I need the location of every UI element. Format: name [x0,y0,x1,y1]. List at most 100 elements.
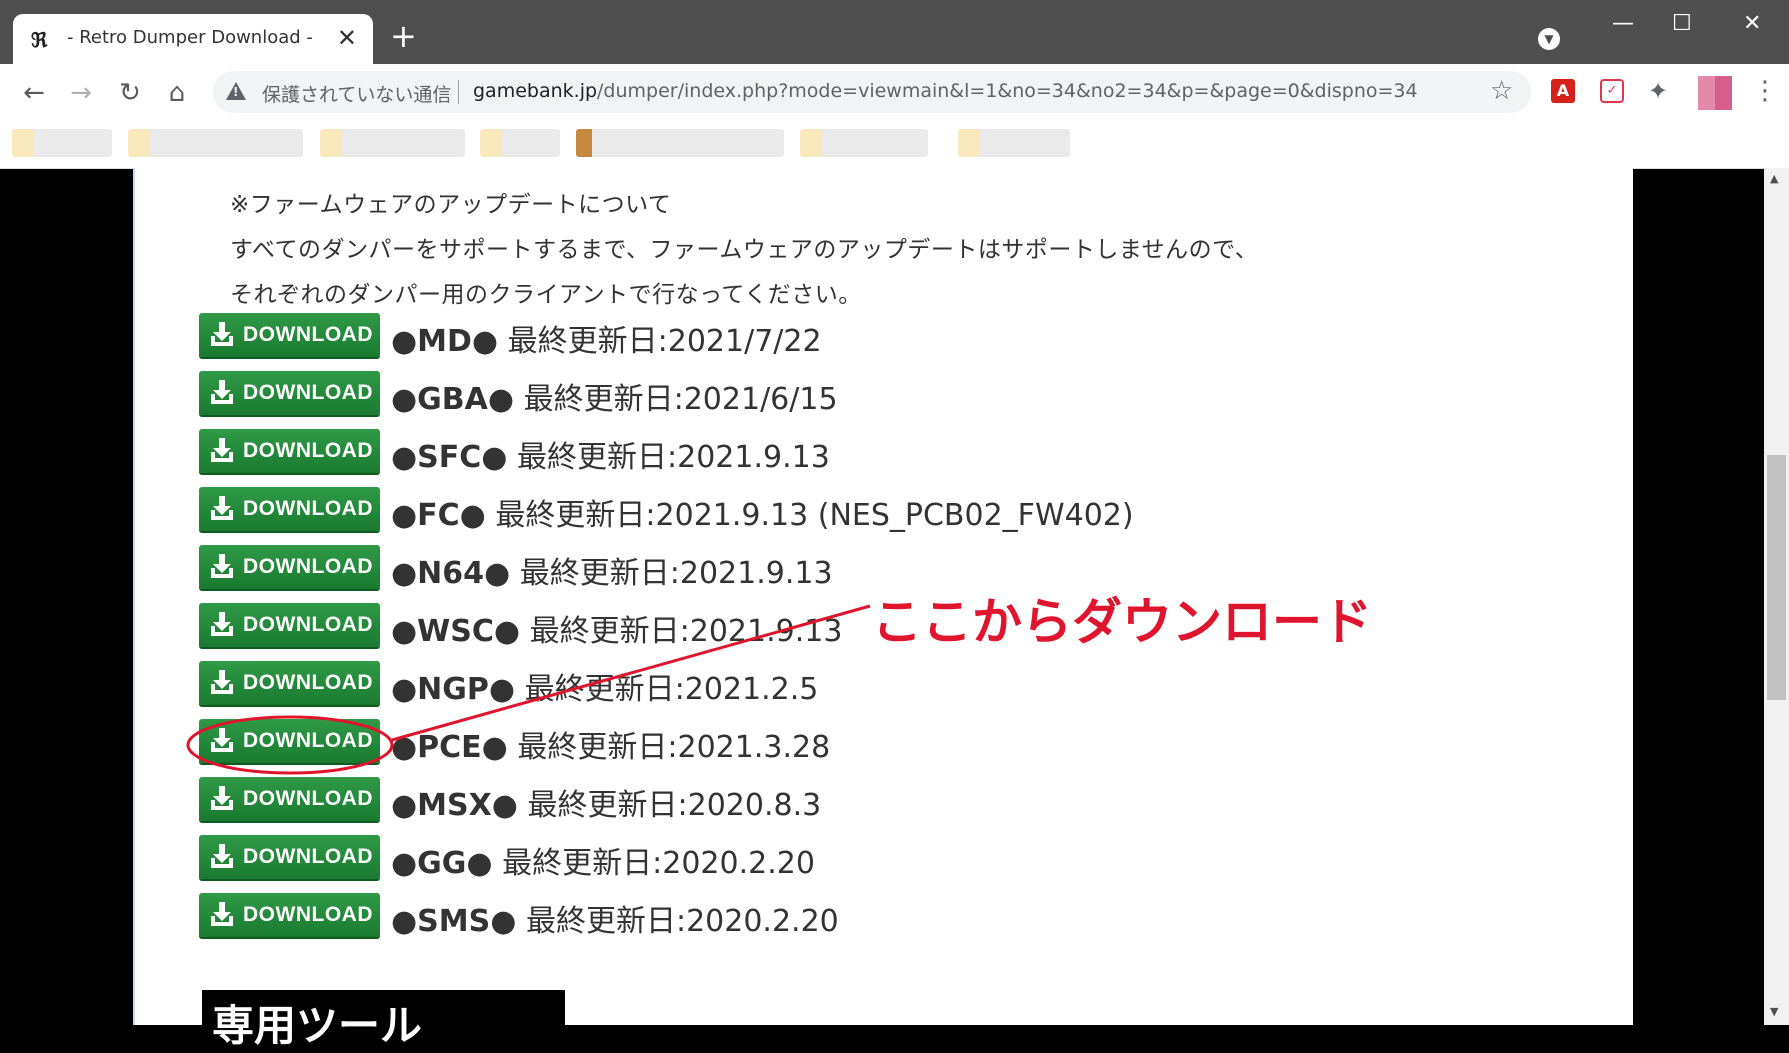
download-button-label: DOWNLOAD [243,729,373,752]
download-arrow-icon [211,612,233,636]
favicon-icon: ℜ [31,28,48,52]
url-path: /dumper/index.php?mode=viewmain&l=1&no=3… [597,80,1418,102]
download-button[interactable]: DOWNLOAD [199,371,380,415]
download-button[interactable]: DOWNLOAD [199,545,380,589]
download-arrow-icon [211,670,233,694]
reload-button[interactable]: ↻ [113,76,147,110]
download-row-text: ●NGP● 最終更新日:2021.2.5 [391,664,818,708]
system-name: ●NGP● [391,672,516,707]
download-button[interactable]: DOWNLOAD [199,487,380,531]
bookmark-item[interactable] [480,129,560,157]
download-row-text: ●FC● 最終更新日:2021.9.13 (NES_PCB02_FW402) [391,490,1134,534]
bookmark-item[interactable] [958,129,1070,157]
download-button[interactable]: DOWNLOAD [199,429,380,473]
download-button[interactable]: DOWNLOAD [199,661,380,705]
download-button-label: DOWNLOAD [243,381,373,404]
download-button-label: DOWNLOAD [243,787,373,810]
download-row-text: ●N64● 最終更新日:2021.9.13 [391,548,833,592]
download-button-label: DOWNLOAD [243,903,373,926]
back-button[interactable]: ← [17,76,51,110]
tab-close-icon[interactable]: ✕ [337,23,357,53]
system-name: ●PCE● [391,730,508,765]
last-updated: 最終更新日:2020.2.20 [502,846,815,881]
forward-button[interactable]: → [64,76,98,110]
url-host: gamebank.jp [473,80,598,102]
system-name: ●MD● [391,324,499,359]
browser-tab[interactable]: ℜ - Retro Dumper Download - ✕ [13,14,373,64]
bookmark-star-icon[interactable]: ☆ [1490,76,1513,106]
last-updated: 最終更新日:2021.9.13 [517,440,830,475]
last-updated: 最終更新日:2021.9.13 [519,556,833,591]
download-arrow-icon [211,554,233,578]
bookmark-item[interactable] [320,129,465,157]
firmware-note-title: ※ファームウェアのアップデートについて [230,192,672,218]
download-arrow-icon [211,786,233,810]
address-divider [458,80,459,104]
download-button[interactable]: DOWNLOAD [199,777,380,821]
minimize-button[interactable]: — [1612,12,1634,36]
download-arrow-icon [211,438,233,462]
system-name: ●SFC● [391,440,508,475]
download-row-text: ●PCE● 最終更新日:2021.3.28 [391,722,830,766]
last-updated: 最終更新日:2021/7/22 [507,324,822,359]
download-arrow-icon [211,380,233,404]
download-row-text: ●MSX● 最終更新日:2020.8.3 [391,780,821,824]
download-button-label: DOWNLOAD [243,555,373,578]
download-button-label: DOWNLOAD [243,671,373,694]
download-button-label: DOWNLOAD [243,323,373,346]
url-text[interactable]: gamebank.jp/dumper/index.php?mode=viewma… [473,80,1418,102]
last-updated: 最終更新日:2021.9.13 (NES_PCB02_FW402) [495,498,1134,533]
last-updated: 最終更新日:2021.2.5 [524,672,819,707]
last-updated: 最終更新日:2021.9.13 [529,614,843,649]
download-button-label: DOWNLOAD [243,439,373,462]
download-button[interactable]: DOWNLOAD [199,719,380,763]
firmware-note-line: それぞれのダンパー用のクライアントで行なってください。 [230,282,862,308]
system-name: ●GBA● [391,382,515,417]
scroll-down-arrow-icon[interactable]: ▼ [1770,1005,1778,1018]
download-button[interactable]: DOWNLOAD [199,603,380,647]
download-row-text: ●SFC● 最終更新日:2021.9.13 [391,432,830,476]
download-button[interactable]: DOWNLOAD [199,893,380,937]
bookmark-item[interactable] [800,129,928,157]
download-button[interactable]: DOWNLOAD [199,835,380,879]
maximize-button[interactable]: ☐ [1672,12,1692,36]
tab-search-dropdown-icon[interactable]: ▼ [1538,28,1560,50]
bookmark-item[interactable] [12,129,112,157]
download-arrow-icon [211,902,233,926]
home-button[interactable]: ⌂ [160,76,194,110]
download-arrow-icon [211,844,233,868]
download-row-text: ●SMS● 最終更新日:2020.2.20 [391,896,839,940]
scroll-up-arrow-icon[interactable]: ▲ [1770,172,1778,185]
download-row-text: ●WSC● 最終更新日:2021.9.13 [391,606,842,650]
last-updated: 最終更新日:2021/6/15 [523,382,838,417]
system-name: ●GG● [391,846,493,881]
extensions-puzzle-icon[interactable]: ✦ [1648,76,1668,106]
system-name: ●FC● [391,498,486,533]
download-row-text: ●GG● 最終更新日:2020.2.20 [391,838,815,882]
pdf-extension-icon[interactable]: A [1551,79,1575,103]
bookmark-item[interactable] [576,129,784,157]
menu-dots-icon[interactable]: ⋮ [1752,76,1778,106]
system-name: ●N64● [391,556,511,591]
profile-avatar[interactable] [1698,76,1732,110]
warning-icon[interactable] [226,82,246,100]
download-button-label: DOWNLOAD [243,613,373,636]
last-updated: 最終更新日:2021.3.28 [517,730,831,765]
download-button[interactable]: DOWNLOAD [199,313,380,357]
download-row-text: ●GBA● 最終更新日:2021/6/15 [391,374,838,418]
security-status[interactable]: 保護されていない通信 [262,80,451,107]
system-name: ●MSX● [391,788,518,823]
new-tab-button[interactable]: + [390,19,417,53]
pocket-extension-icon[interactable]: ✓ [1600,79,1624,103]
bookmark-item[interactable] [128,129,303,157]
scrollbar-thumb[interactable] [1767,455,1786,700]
system-name: ●WSC● [391,614,521,649]
last-updated: 最終更新日:2020.8.3 [527,788,822,823]
firmware-note-line: すべてのダンパーをサポートするまで、ファームウェアのアップデートはサポートしませ… [230,237,1259,263]
last-updated: 最終更新日:2020.2.20 [525,904,839,939]
download-button-label: DOWNLOAD [243,845,373,868]
download-arrow-icon [211,496,233,520]
window-close-button[interactable]: ✕ [1743,12,1761,36]
download-arrow-icon [211,728,233,752]
annotation-label: ここからダウンロード [872,593,1372,651]
